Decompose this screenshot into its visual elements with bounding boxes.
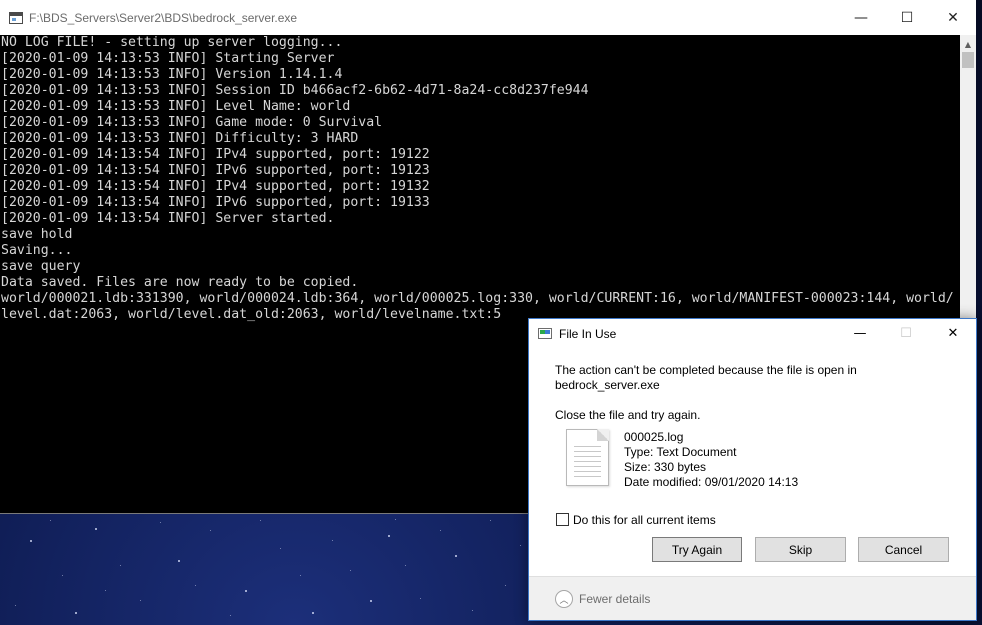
console-line: save query	[1, 259, 81, 274]
star-decoration	[350, 570, 351, 571]
scroll-thumb[interactable]	[962, 52, 974, 68]
file-in-use-dialog[interactable]: File In Use — ☐ ✕ The action can't be co…	[528, 318, 977, 621]
star-decoration	[195, 585, 196, 586]
scroll-up-arrow-icon[interactable]: ▲	[960, 36, 976, 52]
star-decoration	[472, 610, 473, 611]
star-decoration	[455, 555, 457, 557]
dialog-message-line2: bedrock_server.exe	[555, 378, 660, 392]
star-decoration	[50, 520, 51, 521]
console-app-icon	[9, 11, 23, 24]
star-decoration	[15, 605, 16, 606]
console-line: Data saved. Files are now ready to be co…	[1, 275, 359, 290]
star-decoration	[260, 520, 261, 521]
star-decoration	[178, 560, 180, 562]
file-transfer-icon	[538, 328, 552, 339]
console-line: Saving...	[1, 243, 73, 258]
dialog-close-button[interactable]: ✕	[930, 319, 976, 348]
console-line: [2020-01-09 14:13:53 INFO] Session ID b4…	[1, 83, 589, 98]
dialog-message-line1: The action can't be completed because th…	[555, 363, 857, 377]
console-line: [2020-01-09 14:13:54 INFO] IPv6 supporte…	[1, 163, 430, 178]
maximize-button[interactable]: ☐	[884, 0, 930, 35]
close-button[interactable]: ✕	[930, 0, 976, 35]
star-decoration	[280, 548, 281, 549]
apply-all-checkbox[interactable]	[556, 513, 569, 526]
chevron-up-icon[interactable]: ︿	[555, 590, 573, 608]
file-size: Size: 330 bytes	[624, 460, 707, 474]
text-document-icon	[566, 429, 609, 486]
star-decoration	[95, 528, 97, 530]
console-line: save hold	[1, 227, 73, 242]
console-titlebar[interactable]: F:\BDS_Servers\Server2\BDS\bedrock_serve…	[0, 0, 976, 35]
console-line: [2020-01-09 14:13:53 INFO] Version 1.14.…	[1, 67, 343, 82]
dialog-minimize-button[interactable]: —	[837, 319, 883, 348]
console-line: [2020-01-09 14:13:54 INFO] IPv6 supporte…	[1, 195, 430, 210]
star-decoration	[420, 598, 421, 599]
star-decoration	[440, 530, 441, 531]
star-decoration	[312, 612, 314, 614]
star-decoration	[210, 530, 211, 531]
dialog-footer: ︿ Fewer details	[529, 576, 976, 620]
console-line: [2020-01-09 14:13:54 INFO] IPv4 supporte…	[1, 179, 430, 194]
star-decoration	[140, 600, 141, 601]
skip-button[interactable]: Skip	[755, 537, 846, 562]
console-line: [2020-01-09 14:13:54 INFO] IPv4 supporte…	[1, 147, 430, 162]
console-line: NO LOG FILE! - setting up server logging…	[1, 35, 343, 50]
star-decoration	[395, 519, 396, 520]
star-decoration	[245, 590, 247, 592]
star-decoration	[105, 590, 106, 591]
console-line: [2020-01-09 14:13:54 INFO] Server starte…	[1, 211, 335, 226]
file-date-modified: Date modified: 09/01/2020 14:13	[624, 475, 799, 489]
console-line: [2020-01-09 14:13:53 INFO] Starting Serv…	[1, 51, 335, 66]
star-decoration	[520, 545, 521, 546]
fewer-details-link[interactable]: Fewer details	[579, 592, 650, 606]
star-decoration	[230, 615, 231, 616]
file-type: Type: Text Document	[624, 445, 737, 459]
file-name: 000025.log	[624, 430, 684, 444]
console-line: [2020-01-09 14:13:53 INFO] Game mode: 0 …	[1, 115, 383, 130]
star-decoration	[300, 575, 301, 576]
star-decoration	[405, 565, 406, 566]
dialog-content: The action can't be completed because th…	[529, 348, 976, 576]
dialog-instruction: Close the file and try again.	[555, 408, 701, 422]
console-line: world/000021.ldb:331390, world/000024.ld…	[1, 291, 954, 306]
star-decoration	[490, 520, 491, 521]
cancel-button[interactable]: Cancel	[858, 537, 949, 562]
star-decoration	[505, 585, 506, 586]
star-decoration	[30, 540, 32, 542]
star-decoration	[160, 522, 161, 523]
dialog-title: File In Use	[559, 326, 617, 341]
star-decoration	[62, 575, 63, 576]
console-line: [2020-01-09 14:13:53 INFO] Difficulty: 3…	[1, 131, 359, 146]
console-line: [2020-01-09 14:13:53 INFO] Level Name: w…	[1, 99, 351, 114]
star-decoration	[332, 540, 333, 541]
dialog-maximize-button: ☐	[900, 326, 912, 341]
star-decoration	[370, 600, 372, 602]
star-decoration	[120, 565, 121, 566]
apply-all-label[interactable]: Do this for all current items	[573, 513, 716, 528]
star-decoration	[75, 612, 77, 614]
console-title: F:\BDS_Servers\Server2\BDS\bedrock_serve…	[29, 10, 298, 25]
star-decoration	[388, 535, 390, 537]
try-again-button[interactable]: Try Again	[652, 537, 742, 562]
dialog-titlebar[interactable]: File In Use — ☐ ✕	[529, 319, 976, 348]
minimize-button[interactable]: —	[838, 0, 884, 35]
